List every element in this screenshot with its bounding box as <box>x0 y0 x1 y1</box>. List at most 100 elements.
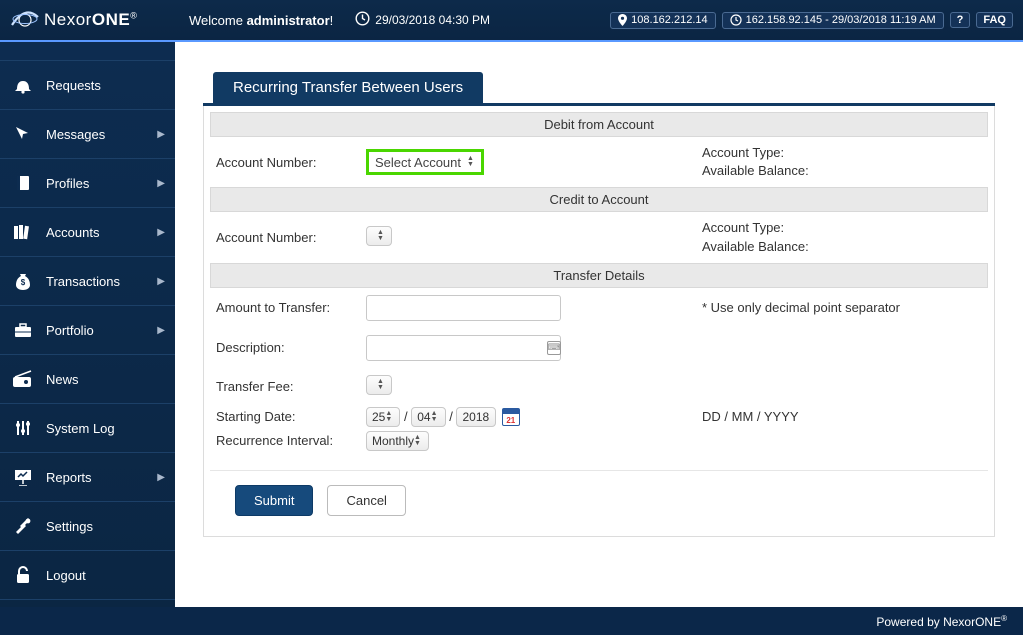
description-row: Description: ⌨ <box>210 328 988 368</box>
sidebar-item-logout[interactable]: Logout <box>0 551 175 600</box>
sidebar-item-transactions[interactable]: $ Transactions ▶ <box>0 257 175 306</box>
footer: Powered by NexorONE® <box>0 607 1023 635</box>
amount-input[interactable] <box>366 295 561 321</box>
sidebar-item-accounts[interactable]: Accounts▶ <box>0 208 175 257</box>
chevron-right-icon: ▶ <box>157 129 165 140</box>
debit-account-row: Account Number: Select Account ▲▼ Accoun… <box>210 137 988 187</box>
credit-account-type-label: Account Type: <box>702 219 982 237</box>
fee-row: Transfer Fee: ▲▼ <box>210 368 988 405</box>
sidebar-item-profiles[interactable]: Profiles ▶ <box>0 159 175 208</box>
cursor-icon <box>12 124 34 144</box>
recurrence-label: Recurrence Interval: <box>216 433 366 448</box>
credit-account-row: Account Number: ▲▼ Account Type: Availab… <box>210 212 988 262</box>
last-ip-text: 162.158.92.145 - 29/03/2018 11:19 AM <box>746 14 936 26</box>
sidebar-item-news[interactable]: News <box>0 355 175 404</box>
chevron-right-icon: ▶ <box>157 178 165 189</box>
description-label: Description: <box>216 340 366 355</box>
calendar-icon[interactable] <box>502 408 520 426</box>
chevron-updown-icon: ▲▼ <box>467 154 479 170</box>
sidebar-item-portfolio[interactable]: Portfolio▶ <box>0 306 175 355</box>
chevron-updown-icon: ▲▼ <box>377 377 389 393</box>
book-icon <box>12 173 34 193</box>
sidebar-item-settings[interactable]: Settings <box>0 502 175 551</box>
date-label: Starting Date: <box>216 409 366 424</box>
header-right: 108.162.212.14 162.158.92.145 - 29/03/20… <box>610 12 1013 29</box>
presentation-icon <box>12 467 34 487</box>
amount-label: Amount to Transfer: <box>216 300 366 315</box>
fee-label: Transfer Fee: <box>216 379 366 394</box>
date-format-hint: DD / MM / YYYY <box>702 408 982 426</box>
credit-account-info: Account Type: Available Balance: <box>702 219 982 255</box>
sidebar: RequestsMessages▶Profiles▶Accounts▶$Tran… <box>0 42 175 607</box>
moneybag-icon: $ <box>12 271 34 291</box>
svg-text:$: $ <box>21 278 26 287</box>
debit-account-info: Account Type: Available Balance: <box>702 144 982 180</box>
briefcase-icon <box>12 320 34 340</box>
form-panel: Debit from Account Account Number: Selec… <box>203 106 995 537</box>
tab-header: Recurring Transfer Between Users <box>203 72 995 106</box>
keyboard-icon[interactable]: ⌨ <box>547 341 561 355</box>
chevron-right-icon: ▶ <box>157 472 165 483</box>
date-row: Starting Date: 25 ▲▼ / 04 ▲▼ / 2018 <box>210 405 988 429</box>
amount-row: Amount to Transfer: * Use only decimal p… <box>210 288 988 328</box>
chevron-updown-icon: ▲▼ <box>414 433 426 449</box>
debit-account-type-label: Account Type: <box>702 144 982 162</box>
cancel-button[interactable]: Cancel <box>327 485 405 516</box>
form-buttons: Submit Cancel <box>210 485 988 516</box>
tools-icon <box>12 516 34 536</box>
sidebar-item-label: News <box>46 372 79 387</box>
chevron-right-icon: ▶ <box>157 227 165 238</box>
chevron-right-icon: ▶ <box>157 325 165 336</box>
chevron-updown-icon: ▲▼ <box>431 409 443 425</box>
fee-select[interactable]: ▲▼ <box>366 375 392 395</box>
debit-account-select[interactable]: Select Account ▲▼ <box>366 149 484 175</box>
lock-icon <box>12 565 34 585</box>
clock-small-icon <box>730 14 742 26</box>
current-ip-pill[interactable]: 108.162.212.14 <box>610 12 715 29</box>
sidebar-item-label: Transactions <box>46 274 120 289</box>
sidebar-item-label: Reports <box>46 470 92 485</box>
sliders-icon <box>12 418 34 438</box>
debit-account-select-value: Select Account <box>375 155 461 170</box>
pin-icon <box>618 14 627 26</box>
chevron-right-icon: ▶ <box>157 276 165 287</box>
sidebar-item-label: Settings <box>46 519 93 534</box>
tab-recurring-transfer[interactable]: Recurring Transfer Between Users <box>213 72 483 103</box>
chevron-updown-icon: ▲▼ <box>385 409 397 425</box>
credit-balance-label: Available Balance: <box>702 238 982 256</box>
sidebar-item-requests[interactable]: Requests <box>0 60 175 110</box>
year-input[interactable]: 2018 <box>456 407 496 427</box>
sidebar-item-messages[interactable]: Messages ▶ <box>0 110 175 159</box>
recurrence-select[interactable]: Monthly ▲▼ <box>366 431 429 451</box>
header-bar: NexorONE® Welcome administrator! 29/03/2… <box>0 0 1023 42</box>
faq-button[interactable]: FAQ <box>976 12 1013 28</box>
recurrence-row: Recurrence Interval: Monthly ▲▼ <box>210 429 988 458</box>
logo-area: NexorONE® <box>10 5 175 35</box>
sidebar-item-system-log[interactable]: System Log <box>0 404 175 453</box>
sidebar-item-label: Profiles <box>46 176 89 191</box>
sidebar-item-label: Messages <box>46 127 105 142</box>
current-ip-text: 108.162.212.14 <box>631 14 707 26</box>
month-select[interactable]: 04 ▲▼ <box>411 407 445 427</box>
credit-account-label: Account Number: <box>216 230 366 245</box>
submit-button[interactable]: Submit <box>235 485 313 516</box>
chevron-updown-icon: ▲▼ <box>377 228 389 244</box>
section-credit: Credit to Account <box>210 187 988 212</box>
clock-icon <box>355 11 370 29</box>
amount-hint: * Use only decimal point separator <box>702 299 982 317</box>
section-details: Transfer Details <box>210 263 988 288</box>
day-select[interactable]: 25 ▲▼ <box>366 407 400 427</box>
last-ip-pill[interactable]: 162.158.92.145 - 29/03/2018 11:19 AM <box>722 12 944 29</box>
sidebar-item-reports[interactable]: Reports ▶ <box>0 453 175 502</box>
sidebar-item-label: Requests <box>46 78 101 93</box>
powered-by-text: Powered by NexorONE® <box>876 614 1007 629</box>
logo-swoosh-icon <box>10 5 40 35</box>
sidebar-item-label: System Log <box>46 421 115 436</box>
help-button[interactable]: ? <box>950 12 971 28</box>
debit-account-label: Account Number: <box>216 155 366 170</box>
section-debit: Debit from Account <box>210 112 988 137</box>
bell-icon <box>12 75 34 95</box>
credit-account-select[interactable]: ▲▼ <box>366 226 392 246</box>
description-input[interactable] <box>366 335 561 361</box>
welcome-text: Welcome administrator! <box>189 13 333 28</box>
